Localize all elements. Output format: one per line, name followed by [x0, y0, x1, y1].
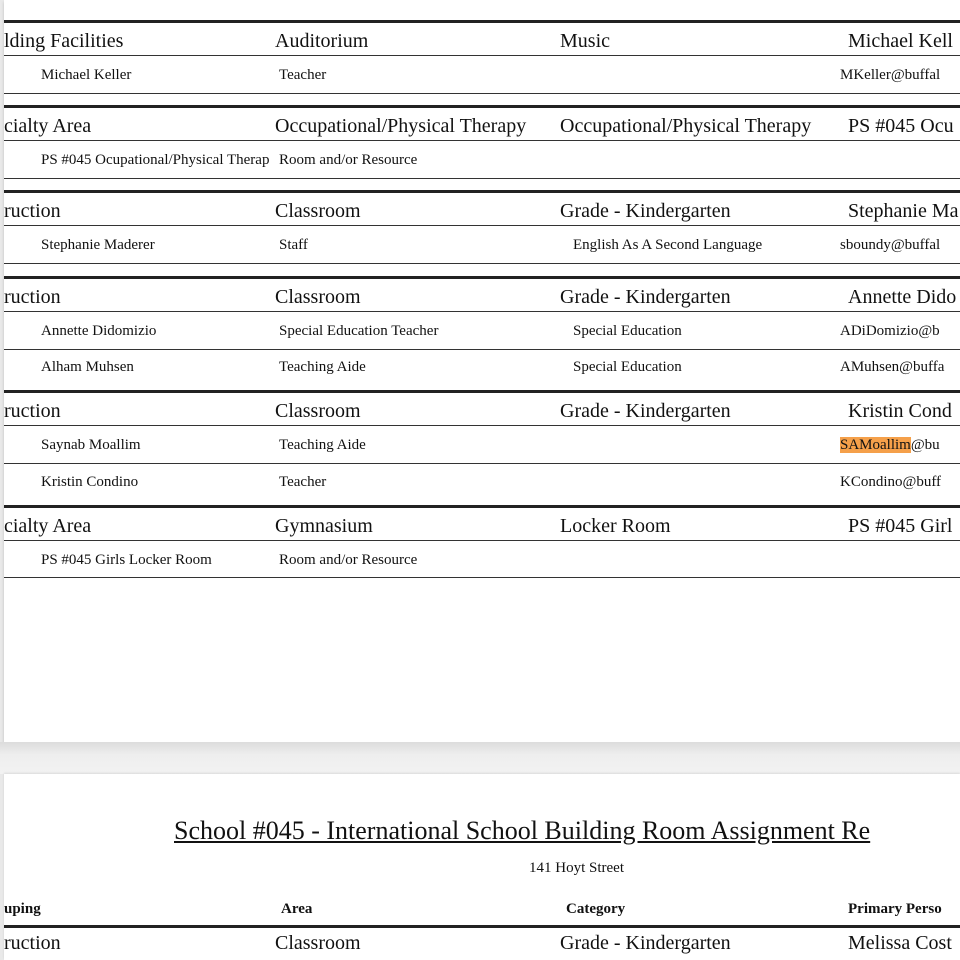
search-match-highlight[interactable]: SAMoallim: [840, 437, 911, 453]
row-divider: [4, 425, 960, 426]
group-divider: [4, 276, 960, 279]
row-role: Teaching Aide: [279, 359, 366, 375]
group-header-area: Classroom: [275, 286, 361, 308]
group-header-grouping: cialty Area: [4, 115, 92, 137]
row-divider: [4, 140, 960, 141]
row-divider: [4, 540, 960, 541]
page-gap: [0, 742, 960, 774]
column-header-category: Category: [566, 901, 626, 917]
row-role: Teaching Aide: [279, 437, 366, 453]
row-person-name: Annette Didomizio: [41, 323, 157, 339]
row-divider: [4, 349, 960, 350]
row-email[interactable]: MKeller@buffal: [840, 67, 940, 84]
row-role: Teacher: [279, 67, 327, 83]
group-header-category: Music: [560, 30, 610, 52]
group-header-primary-person: PS #045 Ocu: [848, 115, 954, 137]
group-divider: [4, 925, 960, 928]
school-address: 141 Hoyt Street: [529, 860, 624, 876]
row-role: Room and/or Resource: [279, 552, 418, 568]
row-person-name: PS #045 Ocupational/Physical Therap: [41, 152, 270, 168]
row-email[interactable]: sboundy@buffal: [840, 237, 940, 254]
row-person-name: Stephanie Maderer: [41, 237, 155, 253]
column-header-area: Area: [281, 901, 313, 917]
group-header-grouping: cialty Area: [4, 515, 92, 537]
row-category: English As A Second Language: [573, 237, 763, 253]
group-header-area: Auditorium: [275, 30, 369, 52]
report-title: School #045 - International School Build…: [174, 816, 871, 845]
group-header-grouping: ruction: [4, 400, 61, 422]
group-header-area: Classroom: [275, 200, 361, 222]
group-header-grouping: ruction: [4, 200, 61, 222]
row-divider: [4, 93, 960, 94]
column-header-primary-person: Primary Perso: [848, 901, 942, 917]
row-email-highlighted[interactable]: SAMoallim@bu: [840, 437, 940, 454]
row-email[interactable]: KCondino@buff: [840, 474, 941, 491]
group-header-grouping: ruction: [4, 286, 61, 308]
report-page-1: lding Facilities Auditorium Music Michae…: [4, 0, 960, 742]
column-header-grouping: uping: [4, 901, 41, 917]
group-header-category: Grade - Kindergarten: [560, 286, 731, 308]
email-remainder: @bu: [910, 437, 940, 453]
row-person-name: PS #045 Girls Locker Room: [41, 552, 212, 568]
row-person-name: Kristin Condino: [41, 474, 139, 490]
row-role: Room and/or Resource: [279, 152, 418, 168]
group-header-category: Locker Room: [560, 515, 671, 537]
group-header-area: Classroom: [275, 400, 361, 422]
group-header-area: Gymnasium: [275, 515, 373, 537]
group-header-primary-person: Kristin Cond: [848, 400, 952, 422]
group-header-primary-person: Stephanie Ma: [848, 200, 959, 222]
group-header-area: Classroom: [275, 932, 361, 954]
group-header-category: Grade - Kindergarten: [560, 200, 731, 222]
row-person-name: Saynab Moallim: [41, 437, 141, 453]
group-header-grouping: lding Facilities: [4, 30, 124, 52]
row-role: Special Education Teacher: [279, 323, 439, 339]
group-header-grouping: ruction: [4, 932, 61, 954]
report-page-2: School #045 - International School Build…: [4, 774, 960, 960]
group-header-category: Grade - Kindergarten: [560, 932, 731, 954]
group-divider: [4, 20, 960, 23]
row-divider: [4, 311, 960, 312]
row-person-name: Michael Keller: [41, 67, 132, 83]
group-header-primary-person: Melissa Cost: [848, 932, 952, 954]
group-header-primary-person: Annette Dido: [848, 286, 957, 308]
row-email[interactable]: ADiDomizio@b: [840, 323, 940, 340]
row-role: Teacher: [279, 474, 327, 490]
row-category: Special Education: [573, 323, 682, 339]
group-divider: [4, 190, 960, 193]
row-divider: [4, 55, 960, 56]
row-divider: [4, 178, 960, 179]
row-person-name: Alham Muhsen: [41, 359, 134, 375]
group-divider: [4, 105, 960, 108]
row-email[interactable]: AMuhsen@buffa: [840, 359, 944, 376]
group-header-category: Grade - Kindergarten: [560, 400, 731, 422]
row-divider: [4, 463, 960, 464]
row-divider: [4, 225, 960, 226]
group-header-primary-person: Michael Kell: [848, 30, 953, 52]
row-divider: [4, 577, 960, 578]
group-divider: [4, 505, 960, 508]
group-divider: [4, 390, 960, 393]
row-category: Special Education: [573, 359, 682, 375]
group-header-primary-person: PS #045 Girl: [848, 515, 953, 537]
group-header-category: Occupational/Physical Therapy: [560, 115, 812, 137]
group-header-area: Occupational/Physical Therapy: [275, 115, 527, 137]
row-role: Staff: [279, 237, 308, 253]
row-divider: [4, 263, 960, 264]
